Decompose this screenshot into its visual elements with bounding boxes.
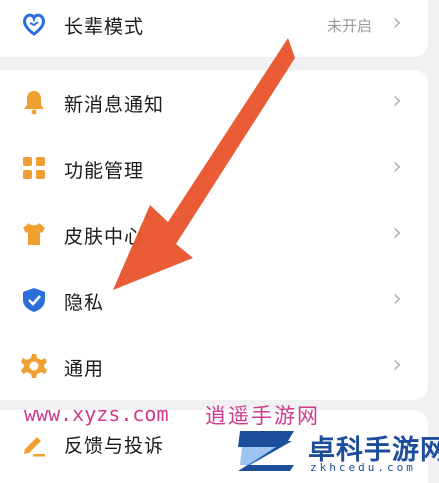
settings-item-feature-management[interactable]: 功能管理 ›: [0, 136, 428, 202]
shirt-icon: [23, 223, 45, 245]
settings-item-label: 新消息通知: [64, 94, 165, 116]
gear-icon: [21, 354, 47, 378]
settings-item-label: 功能管理: [64, 160, 145, 182]
grid-icon: [23, 157, 45, 179]
settings-item-label: 皮肤中心: [64, 226, 145, 248]
elder-mode-card: 长辈模式 未开启 ›: [0, 0, 428, 57]
elder-mode-status: 未开启: [326, 17, 372, 35]
chevron-right-icon: ›: [392, 8, 402, 36]
settings-item-skin-center[interactable]: 皮肤中心 ›: [0, 202, 428, 268]
settings-item-label: 隐私: [64, 292, 105, 314]
settings-item-privacy[interactable]: 隐私 ›: [0, 268, 428, 334]
elder-mode-row[interactable]: 长辈模式 未开启 ›: [0, 0, 428, 57]
feedback-label: 反馈与投诉: [64, 435, 165, 457]
chevron-right-icon: ›: [392, 350, 402, 378]
heart-icon: [23, 13, 45, 36]
elder-mode-label: 长辈模式: [64, 16, 145, 38]
brand-domain: zkhcedu.com: [310, 461, 416, 474]
chevron-right-icon: ›: [392, 152, 402, 180]
brand-logo-icon: [238, 431, 294, 471]
watermark-url: www.xyzs.com: [24, 402, 169, 426]
bell-icon: [24, 91, 44, 115]
settings-item-label: 通用: [64, 358, 105, 380]
settings-item-notifications[interactable]: 新消息通知 ›: [0, 70, 428, 136]
settings-card: 新消息通知 › 功能管理 › 皮肤中心 › 隐私 › 通用 ›: [0, 70, 428, 400]
shield-check-icon: [23, 288, 45, 312]
chevron-right-icon: ›: [392, 218, 402, 246]
chevron-right-icon: ›: [392, 284, 402, 312]
settings-item-general[interactable]: 通用 ›: [0, 334, 428, 400]
pencil-icon: [24, 437, 45, 457]
chevron-right-icon: ›: [392, 86, 402, 114]
